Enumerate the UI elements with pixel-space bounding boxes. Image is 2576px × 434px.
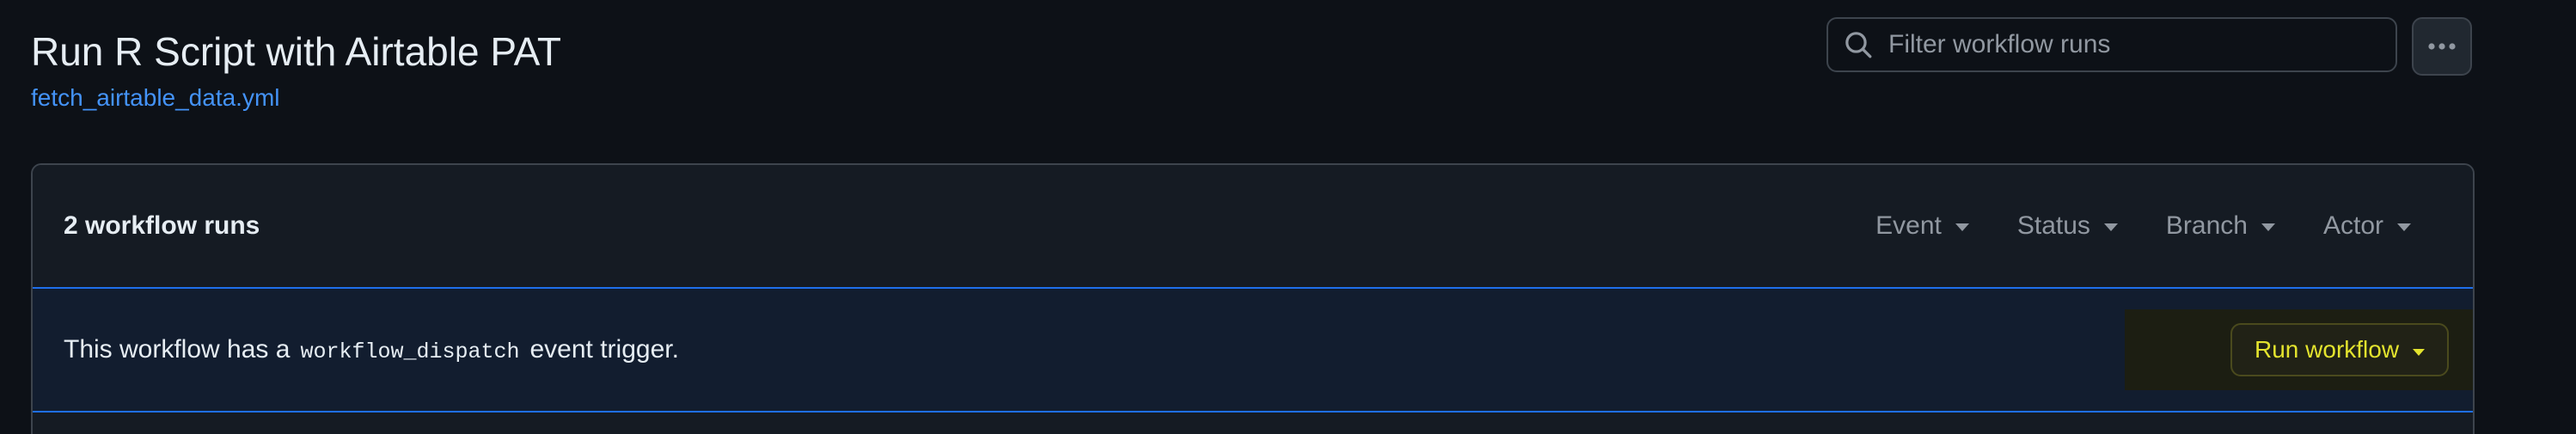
dispatch-trigger-code: workflow_dispatch [300, 339, 520, 364]
branch-filter-label: Branch [2165, 211, 2248, 240]
status-filter-label: Status [2016, 211, 2090, 240]
kebab-horizontal-icon [2428, 43, 2456, 50]
page-title: Run R Script with Airtable PAT [31, 29, 561, 74]
event-filter-label: Event [1875, 211, 1942, 240]
filter-workflow-runs-field[interactable] [1826, 17, 2397, 72]
workflow-runs-panel: 2 workflow runs Event Status Branch Acto… [31, 163, 2475, 434]
more-options-button[interactable] [2412, 17, 2472, 76]
workflow-runs-count: 2 workflow runs [64, 211, 260, 240]
chevron-down-icon [1955, 223, 1969, 231]
run-workflow-button[interactable]: Run workflow [2230, 323, 2450, 376]
workflow-file-link[interactable]: fetch_airtable_data.yml [31, 81, 280, 115]
status-filter-dropdown[interactable]: Status [1993, 203, 2142, 249]
dispatch-message-suffix: event trigger. [529, 335, 679, 364]
branch-filter-dropdown[interactable]: Branch [2142, 203, 2299, 249]
run-workflow-label: Run workflow [2255, 336, 2400, 363]
runs-filter-bar: Event Status Branch Actor [1851, 203, 2435, 249]
chevron-down-icon [2397, 223, 2411, 231]
event-filter-dropdown[interactable]: Event [1851, 203, 1993, 249]
chevron-down-icon [2261, 223, 2275, 231]
workflow-runs-page: Run R Script with Airtable PAT fetch_air… [0, 0, 2576, 434]
workflow-dispatch-banner: This workflow has a workflow_dispatch ev… [33, 289, 2473, 413]
page-header: Run R Script with Airtable PAT fetch_air… [31, 24, 561, 115]
actor-filter-dropdown[interactable]: Actor [2299, 203, 2435, 249]
search-icon [1845, 32, 1872, 58]
dispatch-message: This workflow has a workflow_dispatch ev… [64, 335, 679, 364]
actor-filter-label: Actor [2322, 211, 2383, 240]
chevron-down-icon [2413, 349, 2426, 356]
runs-panel-header: 2 workflow runs Event Status Branch Acto… [33, 165, 2473, 289]
dispatch-message-prefix: This workflow has a [64, 335, 291, 364]
filter-workflow-runs-input[interactable] [1887, 18, 2395, 71]
chevron-down-icon [2103, 223, 2118, 231]
